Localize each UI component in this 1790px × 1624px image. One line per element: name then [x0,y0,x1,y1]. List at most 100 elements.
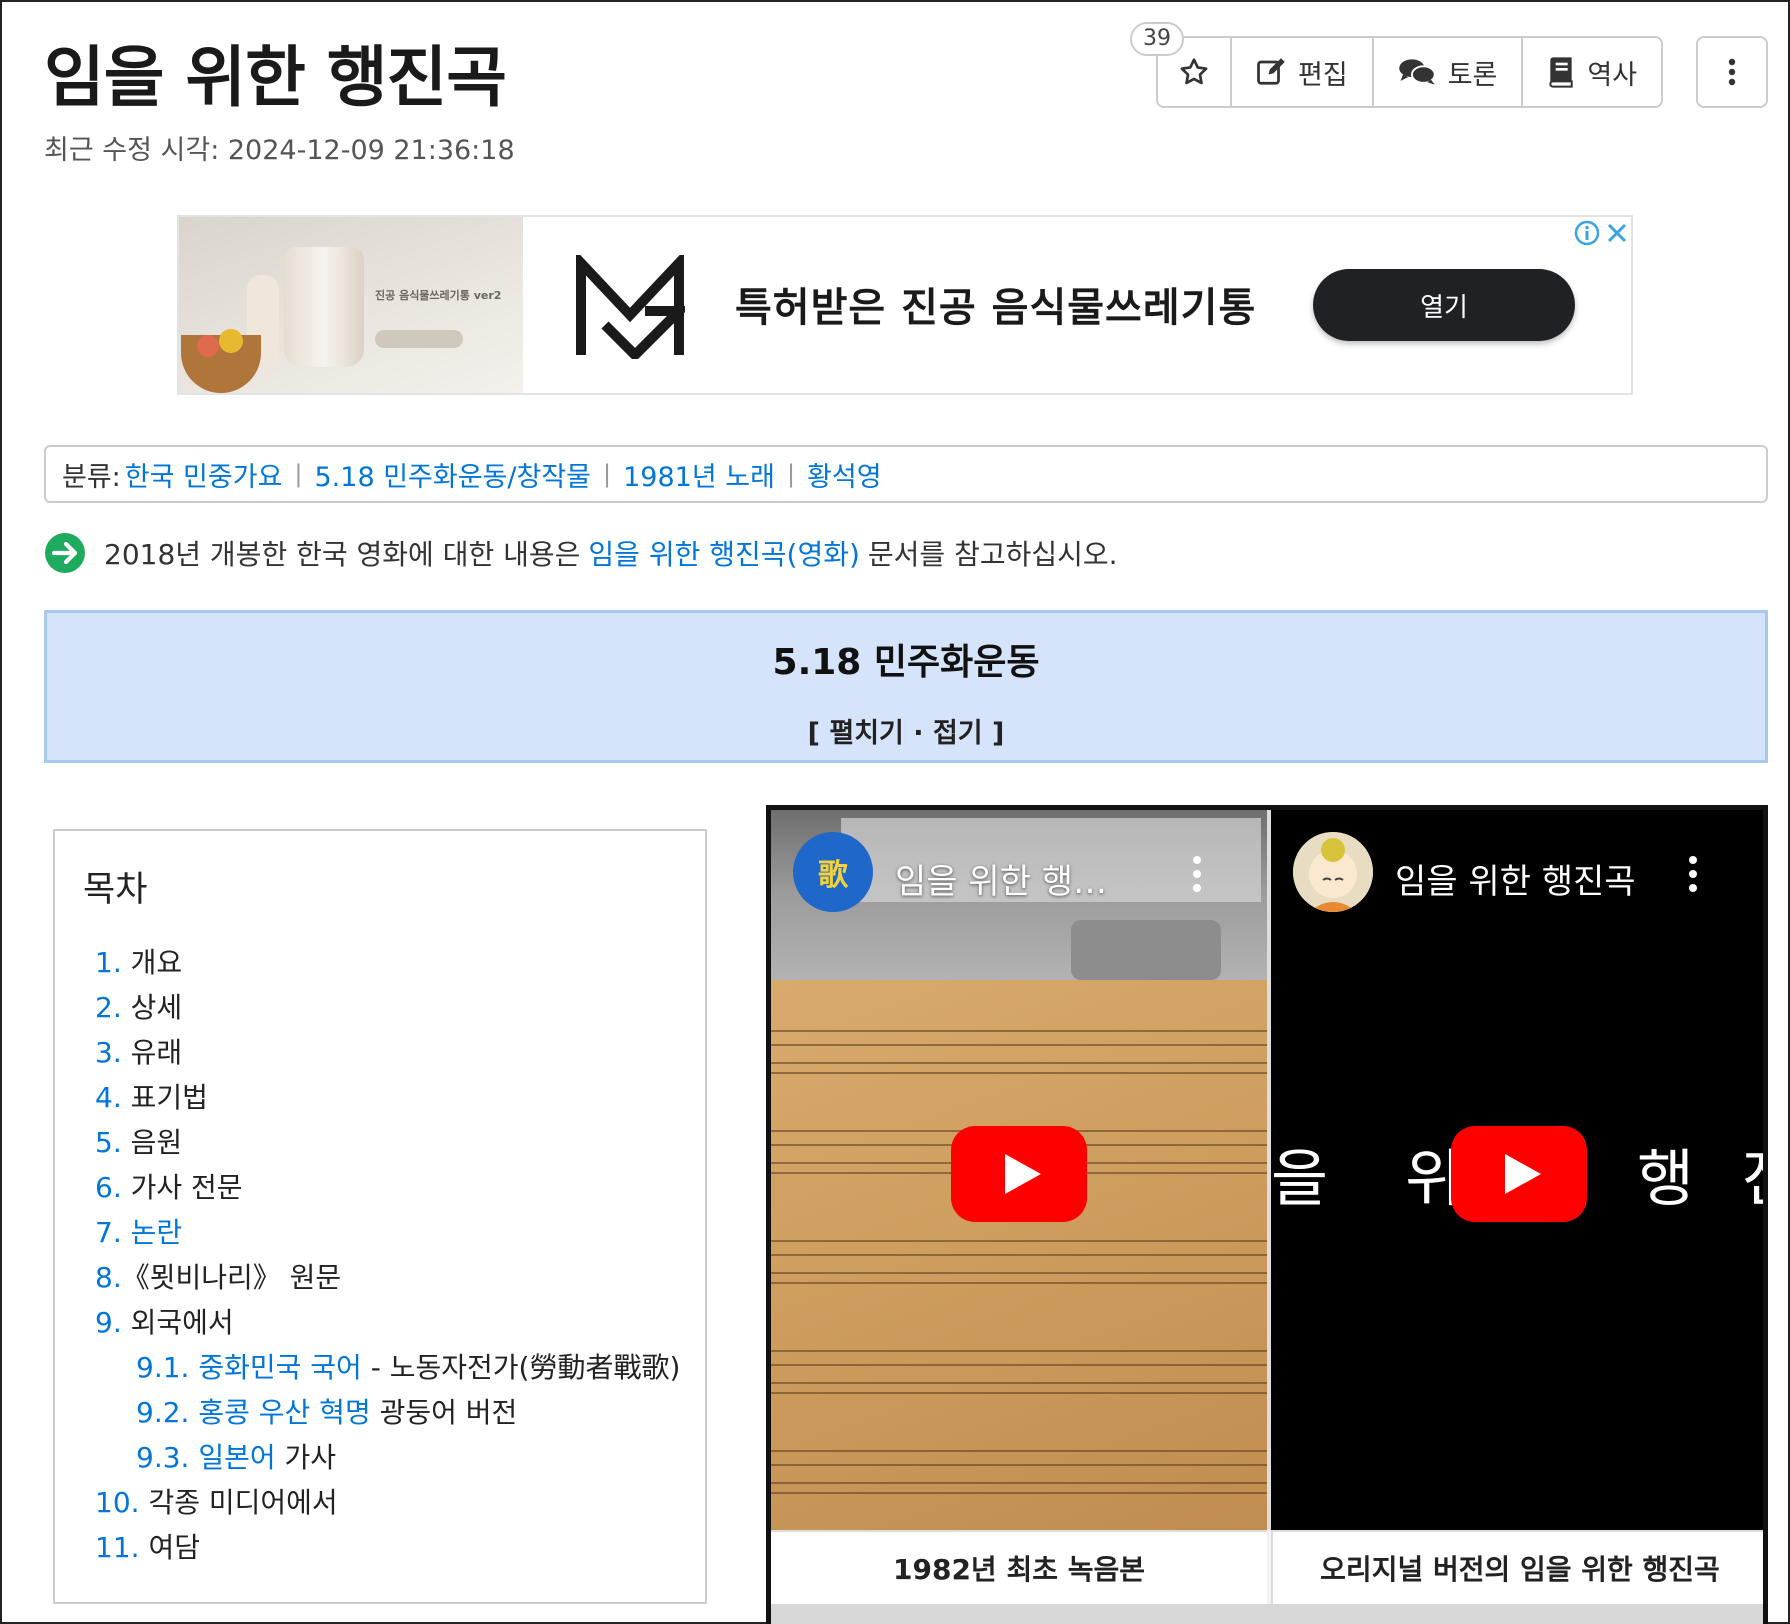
video-title[interactable]: 임을 위한 행진곡 [895,854,1125,903]
ad-fruit-shape [197,335,219,357]
toc-text: 각종 미디어에서 [148,1486,338,1519]
play-button[interactable] [1451,1126,1587,1222]
toc-link[interactable]: 홍콩 우산 혁명 [198,1396,370,1429]
toc-text: 가사 전문 [130,1171,243,1204]
last-modified: 최근 수정 시각: 2024-12-09 21:36:18 [44,135,515,166]
toc-list: 1. 개요 2. 상세 3. 유래 4. 표기법 5. 음원 6. 가사 전문 … [95,941,680,1571]
staff-lines [771,1030,1267,1074]
category-link[interactable]: 황석영 [807,455,882,494]
video-table-footer: 임을 위한 행진곡 [771,1604,1763,1624]
document-toolbar: 편집 토론 역사 [1156,36,1664,108]
notice-text-before: 2018년 개봉한 한국 영화에 대한 내용은 [104,538,581,571]
ad-open-button[interactable]: 열기 [1313,269,1575,341]
lyric-glyph: 을 [1271,1142,1329,1215]
toc-number[interactable]: 11. [95,1531,140,1564]
page-title: 임을 위한 행진곡 [44,39,507,116]
toc-item[interactable]: 5. 음원 [95,1121,680,1166]
toc-text: 개요 [130,946,183,979]
toc-subitem[interactable]: 9.2. 홍콩 우산 혁명 광둥어 버전 [95,1391,680,1436]
channel-avatar[interactable]: 歌 [793,832,873,912]
channel-avatar[interactable] [1293,832,1373,912]
toc-number[interactable]: 9.1. [136,1351,189,1384]
toc-number[interactable]: 10. [95,1486,140,1519]
toc-subitem[interactable]: 9.1. 중화민국 국어 - 노동자전가(勞動者戰歌) [95,1346,680,1391]
toc-number[interactable]: 7. [95,1216,122,1249]
notice-link[interactable]: 임을 위한 행진곡(영화) [588,533,860,573]
more-vertical-icon [1728,58,1736,86]
history-label: 역사 [1587,59,1638,91]
category-separator: | [294,460,303,488]
staff-lines [771,1240,1267,1284]
toc-item[interactable]: 7. 논란 [95,1211,680,1256]
ad-close-icon[interactable] [1603,219,1631,247]
toc-item[interactable]: 8.《묏비나리》 원문 [95,1256,680,1301]
toc-item[interactable]: 9. 외국에서 [95,1301,680,1346]
toc-text: 여담 [148,1531,200,1564]
toc-text: 외국에서 [130,1306,234,1339]
category-separator: | [786,460,796,488]
edit-button[interactable]: 편집 [1232,38,1374,106]
toc-text: 유래 [130,1036,183,1069]
discuss-label: 토론 [1447,59,1498,91]
toc-item[interactable]: 1. 개요 [95,941,680,986]
play-button[interactable] [951,1126,1087,1222]
staff-lines [771,1350,1267,1394]
discuss-icon [1398,59,1436,85]
lyric-glyph: 행 [1637,1142,1695,1215]
toc-number[interactable]: 9.2. [136,1396,189,1429]
category-link[interactable]: 5.18 민주화운동/창작물 [315,455,592,494]
toc-number[interactable]: 6. [95,1171,122,1204]
redirect-notice: 2018년 개봉한 한국 영화에 대한 내용은 임을 위한 행진곡(영화) 문서… [44,532,1118,574]
edit-label: 편집 [1298,59,1348,91]
toc-link[interactable]: 일본어 [198,1441,275,1474]
category-label: 분류: [62,461,121,493]
youtube-embed-left[interactable]: 歌 임을 위한 행진곡 [771,810,1267,1530]
staff-lines [771,1450,1267,1494]
toc-number[interactable]: 5. [95,1126,122,1159]
sheet-music-image [771,980,1267,1530]
video-title[interactable]: 임을 위한 행진곡 [1395,854,1636,903]
toc-link[interactable]: 논란 [131,1216,183,1249]
ad-product-title: 진공 음식물쓰레기통 ver2 [375,289,502,302]
history-button[interactable]: 역사 [1523,38,1661,106]
toc-link[interactable]: 중화민국 국어 [198,1351,361,1384]
ad-bin-shape [284,247,364,367]
advertisement-banner[interactable]: 진공 음식물쓰레기통 ver2 특허받은 진공 음식물쓰레기통 열기 [177,215,1633,395]
toc-item[interactable]: 10. 각종 미디어에서 [95,1481,680,1526]
toc-number[interactable]: 9.3. [136,1441,189,1474]
monk-avatar-icon [1293,832,1373,912]
toc-item[interactable]: 6. 가사 전문 [95,1166,680,1211]
toc-number[interactable]: 9. [95,1306,122,1339]
toc-subitem[interactable]: 9.3. 일본어 가사 [95,1436,680,1481]
video-caption: 1982년 최초 녹음본 [771,1530,1267,1604]
toc-item[interactable]: 11. 여담 [95,1526,680,1571]
toc-number[interactable]: 3. [95,1036,122,1069]
toc-number[interactable]: 8. [95,1261,122,1294]
ad-fruit-shape [219,329,243,353]
toc-text: 상세 [130,991,183,1024]
ad-info-icon[interactable] [1573,219,1601,247]
toc-number[interactable]: 4. [95,1081,122,1114]
toc-number[interactable]: 1. [95,946,122,979]
more-options-button[interactable] [1696,36,1768,108]
discuss-button[interactable]: 토론 [1374,38,1524,106]
category-separator: | [603,460,612,488]
video-menu-icon[interactable] [1191,854,1203,894]
navbox-toggle[interactable]: [ 펼치기 · 접기 ] [47,711,1765,750]
page-frame: 임을 위한 행진곡 최근 수정 시각: 2024-12-09 21:36:18 … [0,0,1790,1624]
toc-text: 가사 [275,1441,337,1474]
video-caption: 오리지널 버전의 임을 위한 행진곡 [1271,1530,1763,1604]
category-link[interactable]: 한국 민중가요 [125,455,283,494]
category-link[interactable]: 1981년 노래 [623,455,775,494]
toc-item[interactable]: 3. 유래 [95,1031,680,1076]
toc-item[interactable]: 4. 표기법 [95,1076,680,1121]
navbox-title: 5.18 민주화운동 [772,642,1040,683]
toc-text: - 노동자전가(勞動者戰歌) [361,1351,681,1384]
video-menu-icon[interactable] [1687,854,1699,894]
toc-number[interactable]: 2. [95,991,122,1024]
edit-icon [1257,58,1285,85]
brand-logo-icon [576,255,685,359]
toc-item[interactable]: 2. 상세 [95,986,680,1031]
toc-text: 광둥어 버전 [370,1396,518,1429]
youtube-embed-right[interactable]: 임을 위한 행진곡 을 위 행 진 [1271,810,1763,1530]
